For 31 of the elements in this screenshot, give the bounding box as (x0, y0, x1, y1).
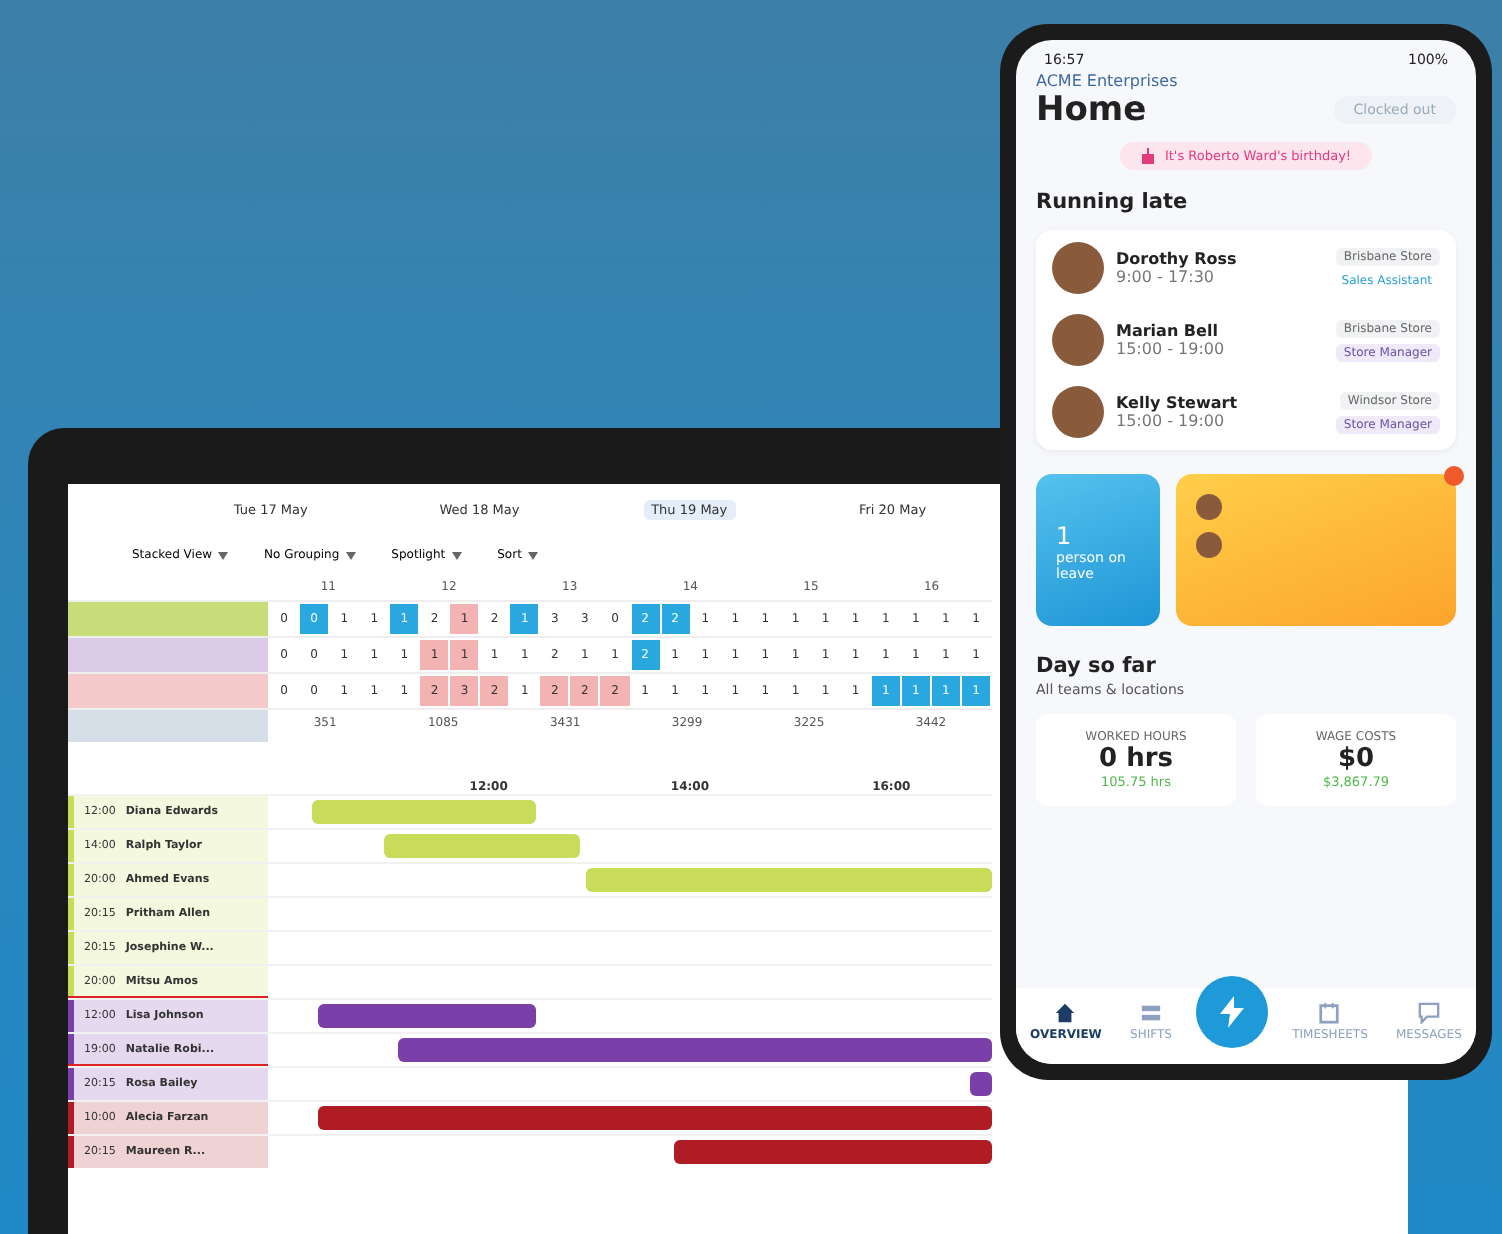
avatar (1052, 314, 1104, 366)
lightning-icon (1218, 996, 1247, 1028)
caret-icon (451, 551, 462, 559)
notification-dot (1444, 466, 1464, 486)
caret-icon (345, 551, 356, 559)
lightning-button[interactable] (1196, 976, 1269, 1048)
section-heading: Running late (1036, 190, 1190, 214)
page-title: Home (1036, 90, 1147, 130)
person-name: Marian Bell (1116, 322, 1220, 340)
shift-hours: 15:00 - 19:00 (1116, 412, 1227, 430)
section-heading: Day so far (1036, 654, 1158, 678)
person-name: Dorothy Ross (1116, 250, 1239, 268)
calendar-icon (1318, 1002, 1341, 1024)
avatar (1196, 532, 1222, 558)
shift-hours: 9:00 - 17:30 (1116, 268, 1216, 286)
avatar (1052, 242, 1104, 294)
shift-hours: 15:00 - 19:00 (1116, 340, 1227, 358)
shift-bar[interactable] (970, 1072, 992, 1096)
cake-icon (1140, 148, 1157, 164)
avatar (1052, 386, 1104, 438)
chat-icon (1417, 1002, 1440, 1024)
stat-value: 0 hrs (1099, 744, 1173, 774)
avatar (1196, 494, 1222, 520)
caret-icon (218, 551, 229, 559)
company-name: ACME Enterprises (1036, 72, 1180, 90)
leave-count: 1 (1056, 522, 1074, 550)
home-icon (1054, 1002, 1077, 1024)
stat-value: $0 (1337, 744, 1375, 774)
person-name: Kelly Stewart (1116, 394, 1240, 412)
caret-icon (527, 551, 538, 559)
stack-icon (1139, 1002, 1162, 1024)
